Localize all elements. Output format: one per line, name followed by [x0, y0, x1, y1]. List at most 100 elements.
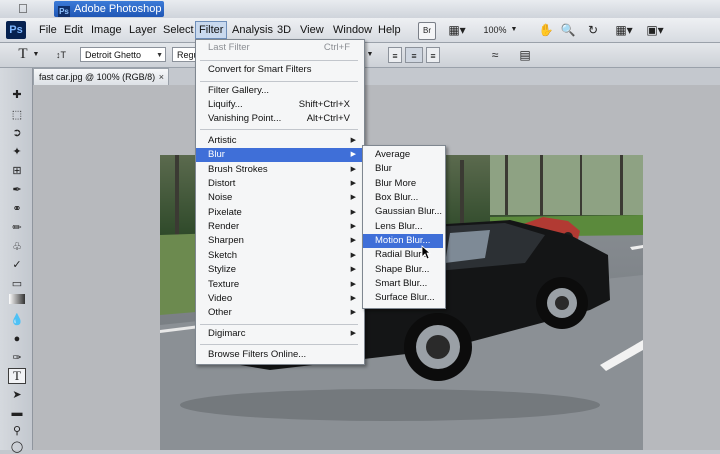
submenu-item-surface-blur[interactable]: Surface Blur...: [363, 291, 443, 305]
menu-item-liquify[interactable]: Liquify... Shift+Ctrl+X: [196, 98, 362, 112]
submenu-arrow-icon: ▶: [350, 252, 356, 259]
align-right-button[interactable]: ≡: [426, 47, 440, 63]
gradient-tool-icon[interactable]: [9, 294, 25, 304]
menu-help[interactable]: Help: [376, 22, 403, 38]
align-left-button[interactable]: ≡: [388, 47, 402, 63]
move-tool-icon[interactable]: ✚: [9, 88, 25, 102]
menu-item-browse-filters-online[interactable]: Browse Filters Online...: [196, 348, 362, 362]
menu-layer[interactable]: Layer: [127, 22, 159, 38]
character-panel-icon[interactable]: ▤: [517, 47, 533, 63]
menu-item-vanishing-point[interactable]: Vanishing Point... Alt+Ctrl+V: [196, 112, 362, 126]
menu-item-stylize[interactable]: Stylize ▶: [196, 263, 362, 277]
submenu-item-radial-blur[interactable]: Radial Blur...: [363, 248, 443, 262]
orientation-toggle-icon[interactable]: ↕T: [54, 47, 68, 63]
menu-item-label: Convert for Smart Filters: [208, 64, 312, 75]
menu-window[interactable]: Window: [331, 22, 374, 38]
type-tool-preset-icon[interactable]: T: [16, 46, 30, 62]
menu-item-shortcut: Alt+Ctrl+V: [306, 113, 350, 124]
warp-text-icon[interactable]: ≈: [487, 47, 503, 63]
screen-mode-icon[interactable]: ▣▾: [645, 22, 665, 38]
healing-brush-tool-icon[interactable]: ⚭: [9, 202, 25, 216]
submenu-arrow-icon: ▶: [350, 137, 356, 144]
submenu-item-blur-more[interactable]: Blur More: [363, 177, 443, 191]
blur-tool-icon[interactable]: 💧: [9, 313, 25, 327]
menu-item-filter-gallery[interactable]: Filter Gallery...: [196, 84, 362, 98]
menu-item-digimarc[interactable]: Digimarc ▶: [196, 327, 362, 341]
shape-tool-icon[interactable]: ▬: [9, 406, 25, 420]
type-tool-icon[interactable]: T: [8, 368, 26, 384]
apple-icon[interactable]: : [18, 1, 28, 16]
submenu-item-lens-blur[interactable]: Lens Blur...: [363, 220, 443, 234]
3d-rotate-tool-icon[interactable]: ⚲: [9, 424, 25, 438]
hand-tool-icon[interactable]: ✋: [538, 22, 554, 38]
menu-item-artistic[interactable]: Artistic ▶: [196, 134, 362, 148]
menu-item-label: Stylize: [208, 264, 236, 275]
menu-item-brush-strokes[interactable]: Brush Strokes ▶: [196, 163, 362, 177]
menu-analysis[interactable]: Analysis: [230, 22, 275, 38]
tool-preset-dropdown-icon[interactable]: ▼: [32, 47, 40, 63]
menu-item-sketch[interactable]: Sketch ▶: [196, 249, 362, 263]
menu-item-last-filter[interactable]: Last Filter Ctrl+F: [196, 41, 362, 55]
menu-3d[interactable]: 3D: [275, 22, 293, 38]
eyedropper-tool-icon[interactable]: ✒: [9, 183, 25, 197]
menu-item-texture[interactable]: Texture ▶: [196, 278, 362, 292]
menu-separator: [200, 60, 358, 61]
view-extras-icon[interactable]: ▦▾: [446, 22, 468, 38]
submenu-item-box-blur[interactable]: Box Blur...: [363, 191, 443, 205]
menu-item-pixelate[interactable]: Pixelate ▶: [196, 206, 362, 220]
menu-item-video[interactable]: Video ▶: [196, 292, 362, 306]
history-brush-tool-icon[interactable]: ✓: [9, 258, 25, 272]
zoom-tool-icon[interactable]: 🔍: [560, 22, 576, 38]
menu-item-label: Digimarc: [208, 328, 246, 339]
marquee-tool-icon[interactable]: ⬚: [9, 108, 25, 122]
zoom-level[interactable]: 100%: [480, 22, 510, 38]
close-icon[interactable]: ×: [159, 69, 164, 86]
submenu-item-smart-blur[interactable]: Smart Blur...: [363, 277, 443, 291]
rotate-view-icon[interactable]: ↻: [585, 22, 601, 38]
quick-selection-tool-icon[interactable]: ✦: [9, 145, 25, 159]
arrange-documents-icon[interactable]: ▦▾: [614, 22, 634, 38]
menu-select[interactable]: Select: [161, 22, 196, 38]
font-family-select[interactable]: Detroit Ghetto ▼: [80, 47, 166, 62]
menu-item-convert-smart-filters[interactable]: Convert for Smart Filters: [196, 63, 362, 77]
window-title-tab[interactable]: Ps Adobe Photoshop C...: [54, 1, 164, 17]
document-tab[interactable]: fast car.jpg @ 100% (RGB/8) ×: [33, 68, 169, 85]
submenu-item-blur[interactable]: Blur: [363, 162, 443, 176]
clone-stamp-tool-icon[interactable]: ♧: [9, 240, 25, 254]
align-center-button[interactable]: ≡: [405, 47, 423, 63]
submenu-item-motion-blur[interactable]: Motion Blur...: [363, 234, 443, 248]
antialias-dropdown-icon[interactable]: ▼: [366, 47, 374, 63]
menu-filter[interactable]: Filter: [195, 21, 228, 39]
menu-item-render[interactable]: Render ▶: [196, 220, 362, 234]
menu-separator: [200, 81, 358, 82]
eraser-tool-icon[interactable]: ▭: [9, 277, 25, 291]
font-family-value: Detroit Ghetto: [85, 50, 142, 60]
menu-image[interactable]: Image: [89, 22, 124, 38]
dodge-tool-icon[interactable]: ●: [9, 332, 25, 346]
3d-orbit-tool-icon[interactable]: ◯: [9, 440, 25, 454]
font-style-select[interactable]: Regu: [172, 47, 196, 62]
menu-view[interactable]: View: [298, 22, 326, 38]
menu-item-label: Artistic: [208, 135, 237, 146]
pen-tool-icon[interactable]: ✑: [9, 351, 25, 365]
submenu-item-shape-blur[interactable]: Shape Blur...: [363, 263, 443, 277]
submenu-arrow-icon: ▶: [350, 309, 356, 316]
menu-item-label: Smart Blur...: [375, 278, 428, 289]
menu-item-other[interactable]: Other ▶: [196, 306, 362, 320]
zoom-dropdown-icon[interactable]: ▼: [510, 22, 518, 38]
menu-file[interactable]: File: [37, 22, 59, 38]
os-title-bar:  Ps Adobe Photoshop C...: [0, 0, 720, 19]
menu-edit[interactable]: Edit: [62, 22, 85, 38]
crop-tool-icon[interactable]: ⊞: [9, 164, 25, 178]
menu-item-blur[interactable]: Blur ▶: [196, 148, 362, 162]
menu-item-sharpen[interactable]: Sharpen ▶: [196, 234, 362, 248]
submenu-item-gaussian-blur[interactable]: Gaussian Blur...: [363, 205, 443, 219]
brush-tool-icon[interactable]: ✏: [9, 221, 25, 235]
menu-item-label: Liquify...: [208, 99, 243, 110]
lasso-tool-icon[interactable]: ➲: [9, 126, 25, 140]
menu-item-noise[interactable]: Noise ▶: [196, 191, 362, 205]
submenu-item-average[interactable]: Average: [363, 148, 443, 162]
path-selection-tool-icon[interactable]: ➤: [9, 388, 25, 402]
bridge-button[interactable]: Br: [418, 22, 436, 40]
menu-item-distort[interactable]: Distort ▶: [196, 177, 362, 191]
